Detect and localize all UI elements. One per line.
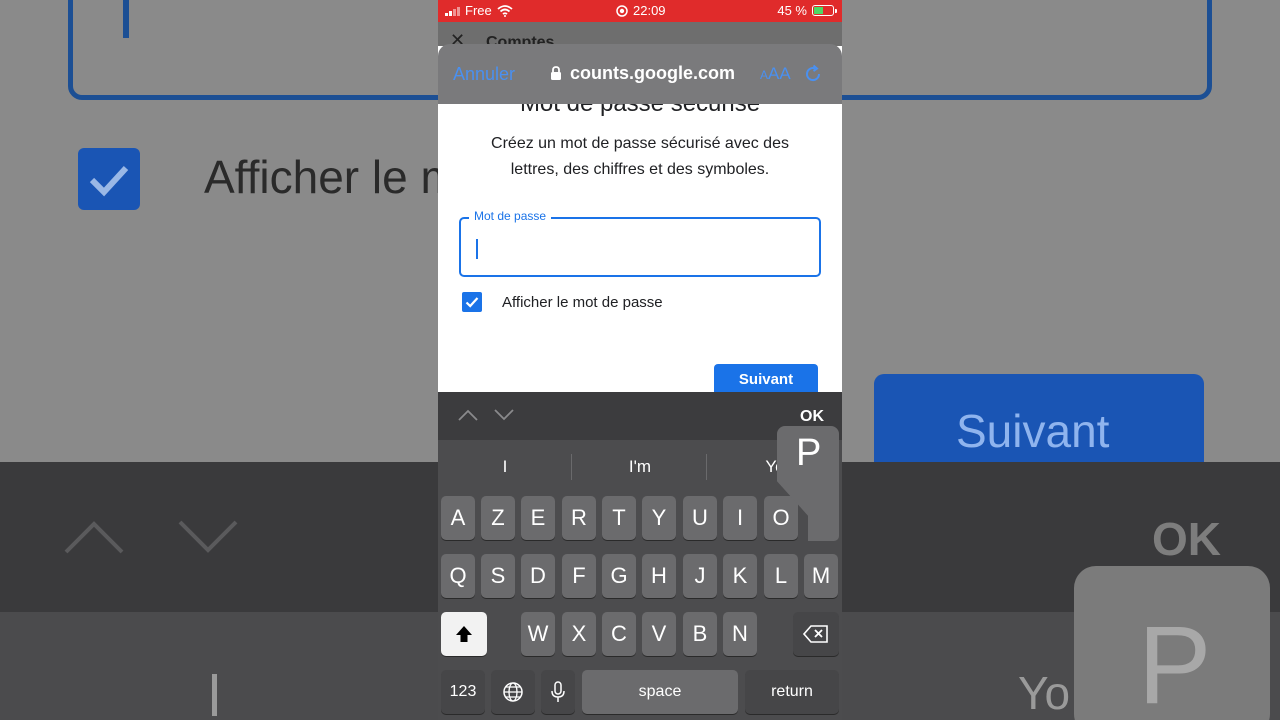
- background-prediction-i: [212, 674, 217, 716]
- show-password-row[interactable]: Afficher le mot de passe: [462, 292, 663, 312]
- text-size-button[interactable]: AAA: [760, 64, 791, 84]
- battery-percent: 45 %: [777, 3, 807, 18]
- background-popup-key: P: [1074, 566, 1270, 720]
- key-o[interactable]: O: [764, 496, 798, 540]
- delete-icon: [803, 625, 828, 643]
- chevron-down-icon[interactable]: [493, 408, 515, 422]
- space-key[interactable]: space: [582, 670, 738, 714]
- key-c[interactable]: C: [602, 612, 636, 656]
- check-icon: [89, 165, 129, 197]
- url-display[interactable]: counts.google.com: [550, 63, 735, 84]
- battery-icon: [812, 5, 837, 16]
- password-label: Mot de passe: [469, 209, 552, 223]
- prediction-2[interactable]: I'm: [575, 457, 705, 477]
- key-w[interactable]: W: [521, 612, 555, 656]
- next-button[interactable]: Suivant: [714, 364, 818, 392]
- numbers-key[interactable]: 123: [441, 670, 485, 714]
- background-checkbox: [78, 148, 140, 210]
- key-e[interactable]: E: [521, 496, 555, 540]
- key-m[interactable]: M: [804, 554, 838, 598]
- phone-screen: Free 22:09 45 % ✕ Comptes Annuler counts…: [438, 0, 842, 720]
- key-r[interactable]: R: [562, 496, 596, 540]
- url-text: counts.google.com: [570, 63, 736, 83]
- signal-icon: [445, 6, 460, 16]
- status-right: 45 %: [777, 3, 837, 18]
- key-t[interactable]: T: [602, 496, 636, 540]
- mic-key[interactable]: [541, 670, 575, 714]
- clock: 22:09: [633, 3, 666, 18]
- show-password-label: Afficher le mot de passe: [502, 293, 663, 311]
- globe-icon: [503, 682, 523, 702]
- key-q[interactable]: Q: [441, 554, 475, 598]
- return-key[interactable]: return: [745, 670, 839, 714]
- background-show-label: Afficher le m: [204, 151, 459, 203]
- key-g[interactable]: G: [602, 554, 636, 598]
- carrier-name: Free: [465, 3, 492, 18]
- prediction-divider: [706, 454, 707, 480]
- key-n[interactable]: N: [723, 612, 757, 656]
- prediction-divider: [571, 454, 572, 480]
- shift-icon: [456, 626, 472, 642]
- chevron-up-icon: [62, 516, 126, 556]
- chevron-up-icon[interactable]: [457, 408, 479, 422]
- show-password-checkbox[interactable]: [462, 292, 482, 312]
- key-i[interactable]: I: [723, 496, 757, 540]
- key-h[interactable]: H: [642, 554, 676, 598]
- password-input[interactable]: [459, 217, 821, 277]
- record-icon: [616, 4, 628, 17]
- mic-icon: [551, 681, 565, 702]
- key-f[interactable]: F: [562, 554, 596, 598]
- chevron-down-icon: [176, 516, 240, 556]
- key-x[interactable]: X: [562, 612, 596, 656]
- underlying-page-header: ✕ Comptes: [438, 22, 842, 51]
- status-bar: Free 22:09 45 %: [438, 0, 842, 22]
- status-left: Free: [445, 3, 513, 18]
- key-z[interactable]: Z: [481, 496, 515, 540]
- delete-key[interactable]: [793, 612, 839, 656]
- key-s[interactable]: S: [481, 554, 515, 598]
- ok-button[interactable]: OK: [800, 408, 824, 426]
- key-j[interactable]: J: [683, 554, 717, 598]
- key-b[interactable]: B: [683, 612, 717, 656]
- globe-key[interactable]: [491, 670, 535, 714]
- background-prediction-yo: Yo: [1018, 667, 1071, 719]
- key-d[interactable]: D: [521, 554, 555, 598]
- background-caret: [123, 0, 129, 38]
- wifi-icon: [497, 4, 513, 17]
- shift-key[interactable]: [441, 612, 487, 656]
- key-y[interactable]: Y: [642, 496, 676, 540]
- browser-sheet-bar: Annuler counts.google.com AAA: [438, 44, 842, 104]
- key-popup-letter: P: [796, 432, 822, 474]
- page-description: Créez un mot de passe sécurisé avec des …: [491, 135, 789, 178]
- key-l[interactable]: L: [764, 554, 798, 598]
- reload-icon: [806, 64, 821, 82]
- text-caret: [476, 239, 478, 259]
- page-title: Mot de passe sécurisé: [438, 104, 842, 118]
- cancel-button[interactable]: Annuler: [453, 64, 515, 85]
- check-icon: [465, 297, 479, 308]
- lock-icon: [551, 66, 561, 80]
- status-center: 22:09: [616, 3, 666, 18]
- key-u[interactable]: U: [683, 496, 717, 540]
- key-a[interactable]: A: [441, 496, 475, 540]
- key-k[interactable]: K: [723, 554, 757, 598]
- reload-button[interactable]: [803, 64, 823, 84]
- key-v[interactable]: V: [642, 612, 676, 656]
- web-content: Mot de passe sécurisé Créez un mot de pa…: [438, 104, 842, 392]
- prediction-1[interactable]: I: [440, 457, 570, 477]
- background-ok: OK: [1152, 513, 1221, 565]
